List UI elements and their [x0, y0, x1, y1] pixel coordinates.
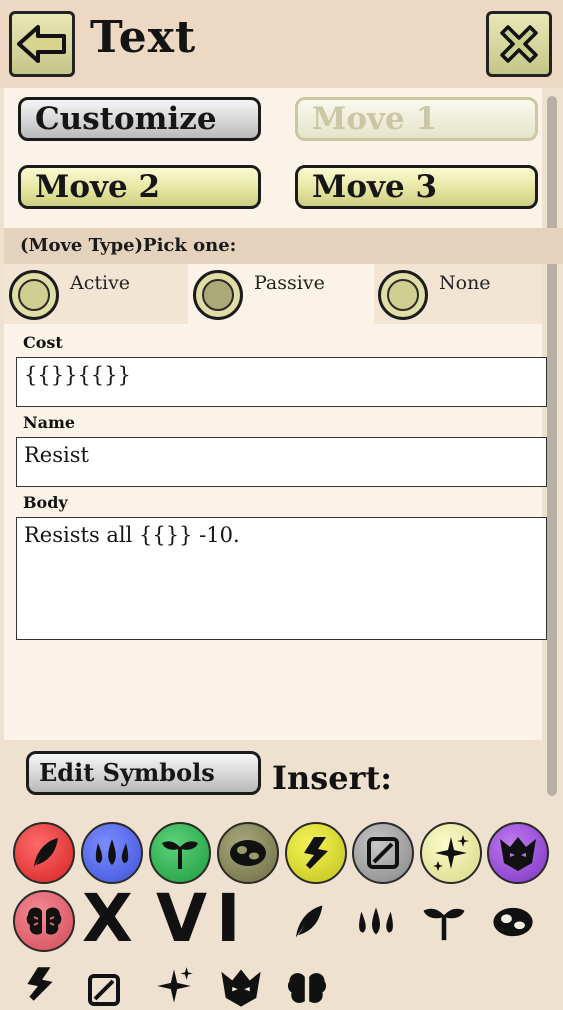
- demon-icon[interactable]: [216, 964, 266, 1010]
- radio-active-label: Active: [70, 272, 131, 294]
- edit-symbols-button[interactable]: Edit Symbols: [26, 751, 261, 795]
- water-drops-icon[interactable]: [81, 822, 143, 884]
- roman-i[interactable]: I: [216, 884, 241, 954]
- grass-sprout-icon[interactable]: [149, 822, 211, 884]
- body-label: Body: [23, 493, 68, 512]
- radio-passive-indicator: [202, 279, 234, 311]
- scrollbar[interactable]: [547, 96, 557, 796]
- tab-move-3[interactable]: Move 3: [295, 165, 538, 209]
- cost-label: Cost: [23, 333, 63, 352]
- fire-leaf-icon[interactable]: [13, 822, 75, 884]
- body-field[interactable]: Resists all {{}} -10.: [16, 517, 547, 640]
- radio-none[interactable]: [378, 270, 428, 320]
- insert-label: Insert:: [272, 759, 393, 797]
- roman-x[interactable]: X: [82, 884, 133, 954]
- lightning-icon[interactable]: [285, 822, 347, 884]
- cost-field[interactable]: {{}}{{}}: [16, 357, 547, 407]
- sparkle-icon[interactable]: [150, 962, 198, 1010]
- sprout-icon[interactable]: [418, 896, 470, 948]
- radio-passive-label: Passive: [254, 272, 325, 294]
- psychic-brain-icon[interactable]: [13, 890, 75, 952]
- back-button[interactable]: [9, 11, 75, 77]
- sparkle-icon[interactable]: [420, 822, 482, 884]
- tab-move-1[interactable]: Move 1: [295, 97, 538, 141]
- void-icon[interactable]: [84, 970, 124, 1010]
- close-button[interactable]: [486, 11, 552, 77]
- void-slash-icon[interactable]: [352, 822, 414, 884]
- back-arrow-icon: [17, 25, 66, 63]
- tab-customize[interactable]: Customize: [18, 97, 261, 141]
- earth-rock-icon[interactable]: [217, 822, 279, 884]
- title-bar: [0, 0, 563, 88]
- radio-passive[interactable]: [193, 270, 243, 320]
- leaf-icon[interactable]: [283, 896, 331, 948]
- close-x-icon: [500, 25, 538, 63]
- dark-demon-icon[interactable]: [487, 822, 549, 884]
- radio-none-indicator: [387, 279, 419, 311]
- radio-none-label: None: [439, 272, 491, 294]
- name-field[interactable]: Resist: [16, 437, 547, 487]
- tab-move-2[interactable]: Move 2: [18, 165, 261, 209]
- rock-icon[interactable]: [487, 900, 539, 944]
- brain-icon[interactable]: [284, 966, 330, 1010]
- name-label: Name: [23, 413, 76, 432]
- lightning-icon[interactable]: [18, 962, 62, 1006]
- page-title: Text: [90, 12, 197, 63]
- radio-active-indicator: [18, 279, 50, 311]
- roman-v[interactable]: V: [156, 884, 207, 954]
- move-type-heading: (Move Type)Pick one:: [4, 228, 563, 264]
- drops-icon[interactable]: [352, 896, 400, 948]
- radio-active[interactable]: [9, 270, 59, 320]
